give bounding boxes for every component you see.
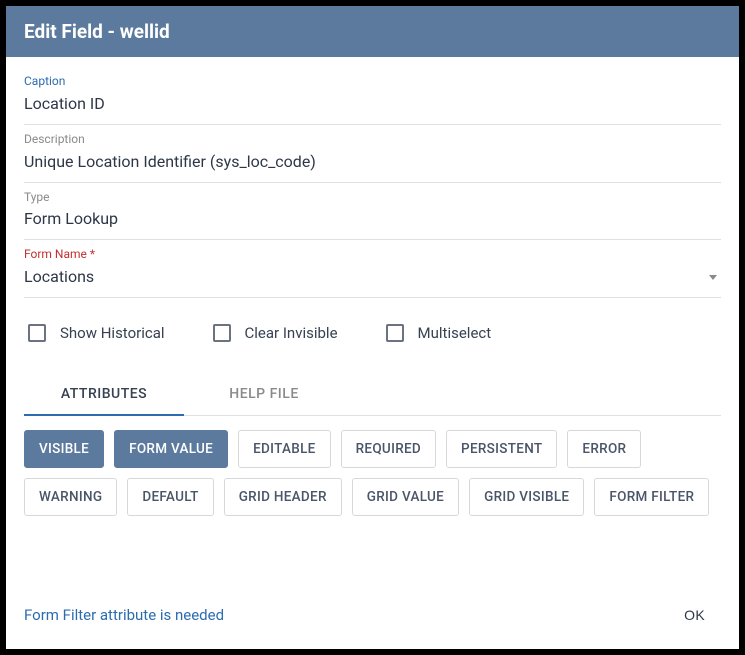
clear-invisible-label: Clear Invisible [245,324,338,342]
attribute-chip-gridValue[interactable]: GRID VALUE [352,478,459,516]
footer-warning: Form Filter attribute is needed [24,606,224,624]
form-name-select[interactable]: Locations [24,263,721,291]
checkbox-icon [28,324,46,342]
form-name-field: Form Name * Locations [24,240,721,298]
ok-button[interactable]: OK [672,599,717,631]
dialog-title: Edit Field - wellid [6,6,739,57]
checkbox-icon [213,324,231,342]
dialog-body: Caption Location ID Description Unique L… [6,57,739,585]
attribute-chip-default[interactable]: DEFAULT [127,478,213,516]
description-label: Description [24,131,721,148]
attribute-chip-editable[interactable]: EDITABLE [238,430,330,468]
type-label: Type [24,189,721,206]
multiselect-checkbox[interactable]: Multiselect [386,324,492,342]
clear-invisible-checkbox[interactable]: Clear Invisible [213,324,338,342]
attribute-chip-required[interactable]: REQUIRED [341,430,436,468]
type-field: Type Form Lookup [24,183,721,241]
show-historical-checkbox[interactable]: Show Historical [28,324,165,342]
description-input[interactable]: Unique Location Identifier (sys_loc_code… [24,148,721,176]
attribute-chip-warning[interactable]: WARNING [24,478,117,516]
checkbox-icon [386,324,404,342]
tab-attributes[interactable]: ATTRIBUTES [24,374,184,416]
form-name-value: Locations [24,263,709,291]
attributes-chips: VISIBLE FORM VALUE EDITABLE REQUIRED PERSIST… [24,416,721,530]
edit-field-dialog: Edit Field - wellid Caption Location ID … [6,6,739,649]
description-field: Description Unique Location Identifier (… [24,125,721,183]
caption-field: Caption Location ID [24,67,721,125]
attribute-chip-visible[interactable]: VISIBLE [24,430,104,468]
dialog-footer: Form Filter attribute is needed OK [6,585,739,649]
chevron-down-icon [709,275,717,280]
caption-label: Caption [24,73,721,90]
form-name-label: Form Name * [24,246,721,263]
multiselect-label: Multiselect [418,324,492,342]
type-input[interactable]: Form Lookup [24,205,721,233]
attribute-chip-formValue[interactable]: FORM VALUE [114,430,228,468]
attribute-chip-gridVisible[interactable]: GRID VISIBLE [469,478,584,516]
tab-help-file[interactable]: HELP FILE [184,374,344,415]
attribute-chip-persistent[interactable]: PERSISTENT [446,430,557,468]
tabs: ATTRIBUTES HELP FILE [24,374,721,416]
attribute-chip-formFilter[interactable]: FORM FILTER [594,478,709,516]
attribute-chip-gridHeader[interactable]: GRID HEADER [224,478,342,516]
caption-input[interactable]: Location ID [24,90,721,118]
show-historical-label: Show Historical [60,324,165,342]
options-row: Show Historical Clear Invisible Multisel… [24,298,721,374]
attribute-chip-error[interactable]: ERROR [567,430,641,468]
